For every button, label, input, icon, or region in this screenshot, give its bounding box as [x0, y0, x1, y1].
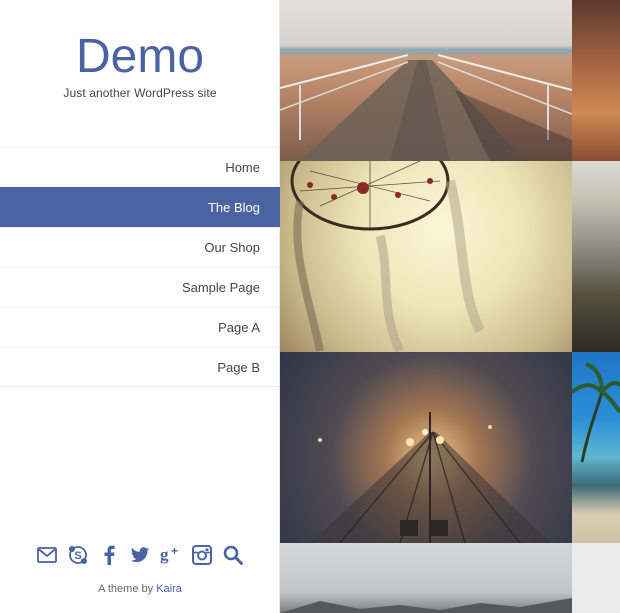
site-description: Just another WordPress site — [63, 86, 217, 100]
credit-prefix: A theme by — [98, 583, 154, 595]
post-gallery — [280, 0, 620, 613]
social-links: S g + — [0, 544, 280, 566]
email-icon[interactable] — [36, 544, 58, 566]
svg-text:g: g — [160, 545, 169, 564]
sidebar: Demo Just another WordPress site Home Th… — [0, 0, 280, 613]
facebook-icon[interactable] — [98, 544, 120, 566]
skype-icon[interactable]: S — [67, 544, 89, 566]
nav-item-home[interactable]: Home — [0, 147, 280, 187]
nav-item-the-blog[interactable]: The Blog — [0, 187, 280, 227]
instagram-icon[interactable] — [191, 544, 213, 566]
sky-image[interactable] — [280, 543, 572, 613]
search-icon[interactable] — [222, 544, 244, 566]
main-navigation: Home The Blog Our Shop Sample Page Page … — [0, 147, 280, 387]
dreamcatcher-image[interactable] — [280, 161, 572, 352]
svg-text:+: + — [171, 545, 178, 558]
railway-fog-image[interactable] — [280, 352, 572, 543]
white-image[interactable] — [572, 543, 620, 613]
beach-rocks-image[interactable] — [572, 161, 620, 352]
credit-link[interactable]: Kaira — [156, 583, 182, 595]
google-plus-icon[interactable]: g + — [160, 544, 182, 566]
nav-item-our-shop[interactable]: Our Shop — [0, 227, 280, 267]
red-image[interactable] — [572, 0, 620, 161]
svg-text:S: S — [74, 550, 81, 562]
site-title[interactable]: Demo — [0, 30, 280, 84]
theme-credit: A theme by Kaira — [0, 583, 280, 595]
palm-beach-image[interactable] — [572, 352, 620, 543]
nav-item-sample-page[interactable]: Sample Page — [0, 267, 280, 307]
twitter-icon[interactable] — [129, 544, 151, 566]
pier-image[interactable] — [280, 0, 572, 161]
nav-item-page-a[interactable]: Page A — [0, 307, 280, 347]
nav-item-page-b[interactable]: Page B — [0, 347, 280, 387]
